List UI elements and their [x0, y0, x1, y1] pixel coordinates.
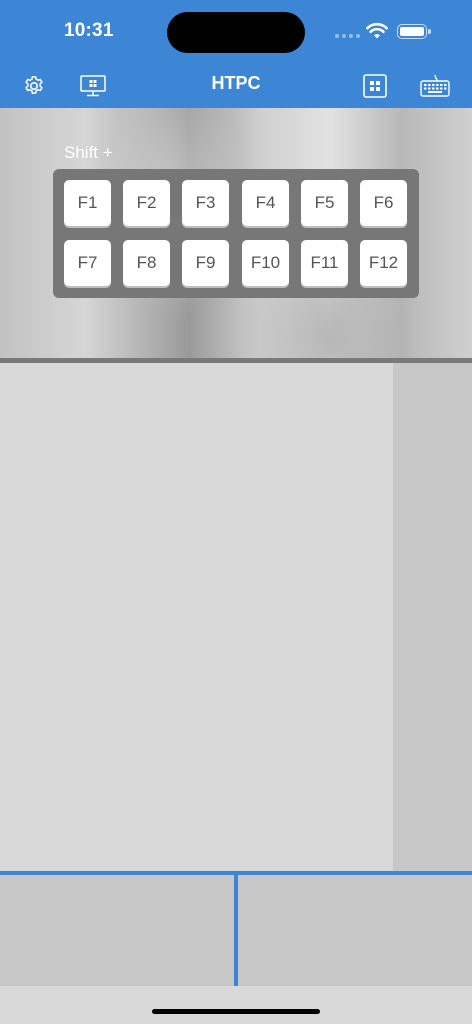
nav-bar: HTPC	[0, 64, 472, 108]
battery-icon	[397, 24, 431, 39]
f7-key[interactable]: F7	[64, 240, 111, 286]
f8-key[interactable]: F8	[123, 240, 170, 286]
f10-key[interactable]: F10	[242, 240, 289, 286]
cellular-signal-icon	[335, 34, 361, 40]
f3-key[interactable]: F3	[182, 180, 229, 226]
home-indicator[interactable]	[152, 1009, 320, 1014]
right-click-button[interactable]	[238, 875, 472, 986]
keyboard-button[interactable]	[419, 70, 451, 102]
f4-key[interactable]: F4	[242, 180, 289, 226]
function-key-panel: F1 F2 F3 F4 F5 F6 F7 F8 F9 F10 F11 F12	[53, 169, 419, 298]
wifi-icon	[366, 22, 388, 39]
f11-key[interactable]: F11	[301, 240, 348, 286]
f2-key[interactable]: F2	[123, 180, 170, 226]
touchpad[interactable]	[0, 363, 393, 871]
keyboard-icon	[420, 74, 450, 97]
dynamic-island	[167, 12, 305, 53]
page-title: HTPC	[211, 73, 261, 93]
home-indicator-area	[0, 986, 472, 1024]
scroll-strip[interactable]	[393, 363, 472, 871]
grid-icon	[363, 74, 387, 98]
status-bar: 10:31	[0, 0, 472, 64]
f1-key[interactable]: F1	[64, 180, 111, 226]
status-time: 10:31	[64, 20, 114, 41]
f12-key[interactable]: F12	[360, 240, 407, 286]
windows-key-button[interactable]	[359, 70, 391, 102]
f9-key[interactable]: F9	[182, 240, 229, 286]
f6-key[interactable]: F6	[360, 180, 407, 226]
left-click-button[interactable]	[0, 875, 234, 986]
modifier-label: Shift +	[64, 143, 113, 162]
f5-key[interactable]: F5	[301, 180, 348, 226]
